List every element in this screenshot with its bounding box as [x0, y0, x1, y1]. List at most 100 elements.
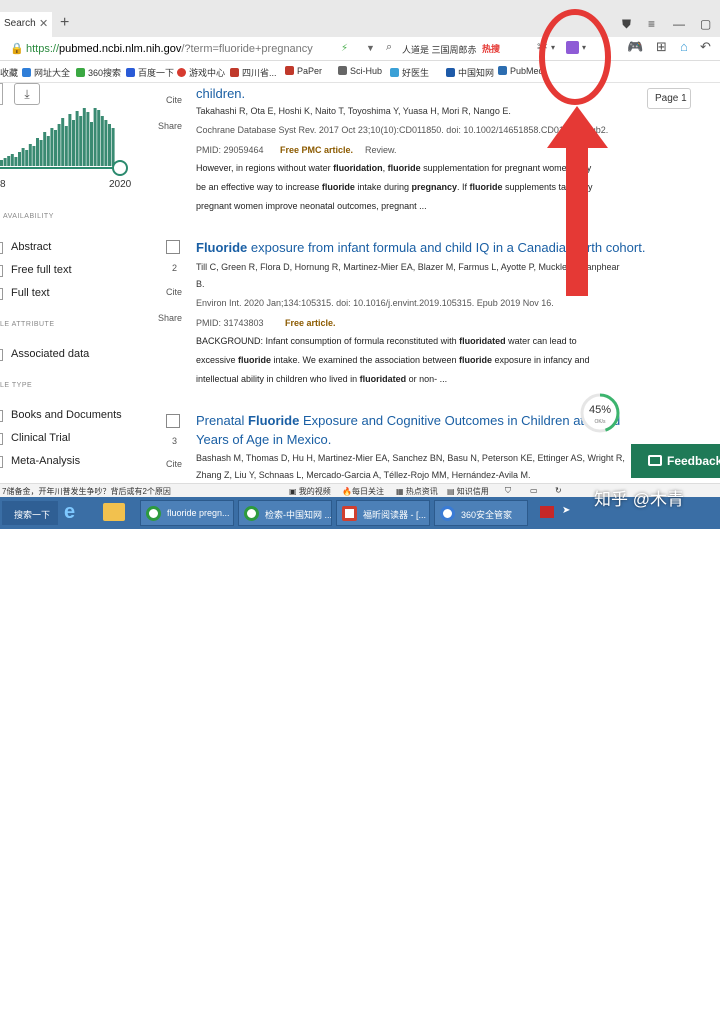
extension-icon[interactable]	[566, 41, 579, 54]
status-item-video[interactable]: ▣ 我的视频	[289, 486, 331, 497]
filter-checkbox[interactable]	[0, 410, 3, 422]
url-path: /?term=fluoride+pregnancy	[181, 43, 313, 55]
bookmark-item[interactable]: 四川省...	[230, 66, 277, 79]
timeline-bar	[57, 124, 61, 166]
ie-icon[interactable]: e	[64, 501, 75, 524]
chevron-down-icon[interactable]: ▼	[366, 43, 375, 53]
filter-meta-analysis[interactable]: Meta-Analysis	[11, 455, 80, 467]
result-title[interactable]: children.	[196, 84, 245, 103]
maximize-icon[interactable]: ▢	[700, 17, 711, 31]
timeline-bar	[111, 128, 115, 166]
download-icon[interactable]: ⤓	[14, 83, 40, 105]
clock[interactable]: 17:0 2020/1	[690, 998, 714, 1022]
filter-checkbox[interactable]	[0, 288, 3, 300]
news-ticker[interactable]: 7储备金，开年川普发生争吵？背后或有2个原因	[2, 486, 171, 497]
cite-button[interactable]: Cite	[166, 287, 182, 297]
progress-ring[interactable]: 45% OK/s	[579, 392, 621, 434]
bookmark-item[interactable]: 网址大全	[22, 66, 70, 79]
share-button[interactable]: Share	[158, 121, 182, 131]
shield-icon[interactable]: ⛉	[505, 486, 511, 496]
gamepad-icon[interactable]: 🎮	[627, 39, 643, 55]
new-tab-icon[interactable]: +	[60, 14, 69, 32]
bookmark-item[interactable]: PubMed	[498, 66, 544, 76]
timeline-bar	[21, 148, 25, 166]
tag-icon[interactable]: ⌂	[680, 39, 688, 54]
bookmark-item[interactable]: 收藏	[0, 66, 18, 79]
filter-checkbox[interactable]	[0, 456, 3, 468]
status-item-news[interactable]: ▦ 热点资讯	[396, 486, 438, 497]
bookmark-item[interactable]: 360搜索	[76, 66, 121, 79]
filter-checkbox[interactable]	[0, 265, 3, 277]
filter-clinical-trial[interactable]: Clinical Trial	[11, 432, 70, 444]
url-field[interactable]: 🔒 https://pubmed.ncbi.nlm.nih.gov/?term=…	[0, 39, 380, 59]
filter-abstract[interactable]: Abstract	[11, 241, 51, 253]
undo-icon[interactable]: ↶	[700, 39, 711, 55]
taskbar-item[interactable]: fluoride pregn...	[140, 500, 234, 526]
result-title[interactable]: Fluoride exposure from infant formula an…	[196, 238, 645, 257]
bookmark-item[interactable]: Sci-Hub	[338, 66, 382, 76]
timeline-bar	[36, 138, 39, 166]
feedback-label: Feedback	[667, 454, 720, 468]
menu-icon[interactable]: ≡	[648, 17, 655, 31]
taskbar-item[interactable]: 360安全管家	[434, 500, 528, 526]
status-item-follow[interactable]: 🔥每日关注	[342, 486, 384, 497]
free-article-badge[interactable]: Free PMC article.	[280, 145, 353, 155]
timeline-bar	[64, 126, 68, 166]
feedback-button[interactable]: Feedback	[631, 444, 720, 478]
timeline-bar	[93, 108, 97, 166]
minimize-icon[interactable]: —	[673, 17, 685, 31]
abstract-line: BACKGROUND: Infant consumption of formul…	[196, 336, 577, 346]
bookmark-item[interactable]: 游戏中心	[177, 66, 225, 79]
result-checkbox[interactable]	[166, 414, 180, 428]
chevron-down-icon[interactable]: ▾	[551, 43, 555, 52]
start-search-button[interactable]: 搜索一下	[2, 501, 58, 525]
timeline-bars	[0, 108, 115, 166]
search-input[interactable]: ⌕ 人道是 三国周郎赤 热搜	[384, 38, 524, 58]
close-icon[interactable]: ✕	[39, 17, 48, 30]
result-authors: Bashash M, Thomas D, Hu H, Martinez-Mier…	[196, 453, 625, 480]
timeline-bar	[86, 112, 90, 166]
result-checkbox[interactable]	[166, 240, 180, 254]
timeline-chart[interactable]	[0, 108, 130, 188]
status-item-credit[interactable]: ▤ 知识信用	[447, 486, 489, 497]
timeline-bar	[43, 132, 47, 166]
filter-full-text[interactable]: Full text	[11, 287, 50, 299]
address-bar: 🔒 https://pubmed.ncbi.nlm.nih.gov/?term=…	[0, 37, 720, 61]
bookmark-item[interactable]: 中国知网	[446, 66, 494, 79]
timeline-bar	[97, 110, 101, 166]
tray-icon[interactable]	[540, 506, 554, 518]
filter-checkbox[interactable]	[0, 242, 3, 254]
timeline-bar	[28, 144, 32, 166]
filter-checkbox[interactable]	[0, 349, 3, 361]
bookmark-item[interactable]: PaPer	[285, 66, 322, 76]
cite-button[interactable]: Cite	[166, 459, 182, 469]
lightning-icon[interactable]: ⚡	[341, 43, 348, 54]
free-article-badge[interactable]: Free article.	[285, 318, 336, 328]
timeline-end: 2020	[109, 179, 132, 190]
filter-checkbox[interactable]	[0, 433, 3, 445]
taskbar-item[interactable]: 福昕阅读器 - [...	[336, 500, 430, 526]
result-title[interactable]: Prenatal Fluoride Exposure and Cognitive…	[196, 411, 620, 449]
tray-arrow-icon[interactable]: ➤	[562, 505, 570, 516]
share-button[interactable]: Share	[158, 313, 182, 323]
refresh-icon[interactable]: ↻	[555, 486, 562, 495]
taskbar-item[interactable]: 检索-中国知网 ...	[238, 500, 332, 526]
bookmark-item[interactable]: 好医生	[390, 66, 429, 79]
result-abstract: However, in regions without water fluori…	[196, 159, 621, 216]
url-text[interactable]: https://pubmed.ncbi.nlm.nih.gov/?term=fl…	[26, 43, 313, 55]
window-icon[interactable]: ▭	[530, 486, 538, 495]
timeline-bar	[3, 158, 7, 166]
shirt-icon[interactable]: ⛊	[622, 17, 631, 32]
chevron-down-icon[interactable]: ▾	[582, 43, 586, 52]
scissors-icon[interactable]: ✂	[537, 39, 548, 55]
bookmark-item[interactable]: 百度一下	[126, 66, 174, 79]
cite-button[interactable]: Cite	[166, 95, 182, 105]
timeline-bar	[82, 108, 86, 166]
filter-books-documents[interactable]: Books and Documents	[11, 409, 122, 421]
filter-free-full-text[interactable]: Free full text	[11, 264, 72, 276]
grid-icon[interactable]: ⊞	[656, 39, 667, 55]
filter-associated-data[interactable]: Associated data	[11, 348, 89, 360]
folder-icon[interactable]	[103, 503, 125, 521]
timeline-bar	[61, 118, 65, 166]
filter-edge	[0, 83, 3, 105]
